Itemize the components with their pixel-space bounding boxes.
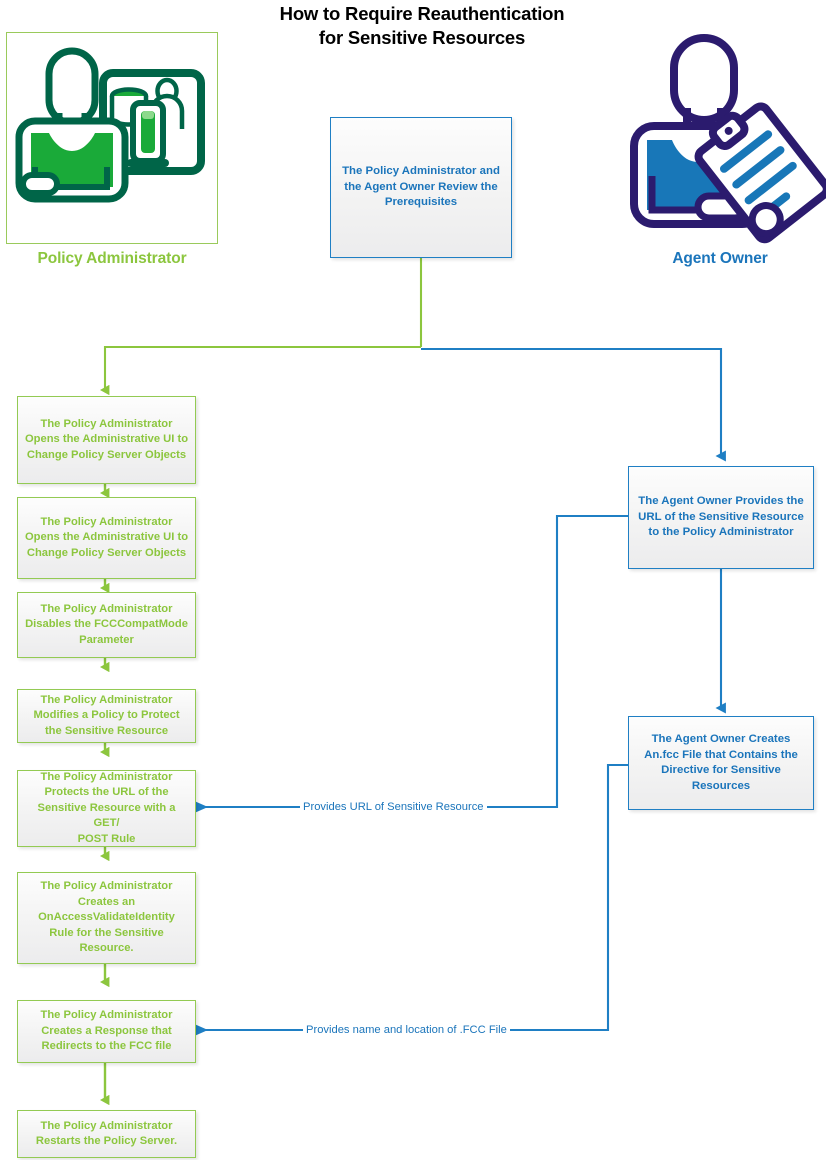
- node-protect-url-rule[interactable]: The Policy Administrator Protects the UR…: [17, 770, 196, 847]
- node-create-response-redirect-text: The Policy Administrator Creates a Respo…: [40, 1009, 173, 1053]
- node-review-prerequisites[interactable]: The Policy Administrator and the Agent O…: [330, 117, 512, 258]
- node-protect-url-rule-text: The Policy Administrator Protects the UR…: [37, 770, 176, 845]
- node-open-admin-ui-2-text: The Policy Administrator Opens the Admin…: [24, 515, 189, 559]
- policy-administrator-frame: [6, 32, 218, 244]
- node-agent-owner-creates-fcc[interactable]: The Agent Owner Creates An.fcc File that…: [628, 716, 814, 810]
- node-review-prerequisites-text: The Policy Administrator and the Agent O…: [342, 165, 500, 209]
- connector-start-to-branches: [105, 258, 726, 462]
- node-restart-policy-server[interactable]: The Policy Administrator Restarts the Po…: [17, 1110, 196, 1158]
- person-with-clipboard-icon: [630, 34, 831, 244]
- node-open-admin-ui-1[interactable]: The Policy Administrator Opens the Admin…: [17, 396, 196, 484]
- node-disable-fcccompatmode-text: The Policy Administrator Disables the FC…: [25, 602, 188, 646]
- page-title-line-2: for Sensitive Resources: [318, 27, 526, 48]
- agent-owner-frame: [614, 28, 831, 246]
- policy-administrator-label: Policy Administrator: [37, 250, 187, 267]
- node-modify-policy-text: The Policy Administrator Modifies a Poli…: [33, 693, 180, 737]
- node-modify-policy[interactable]: The Policy Administrator Modifies a Poli…: [17, 689, 196, 743]
- page-title-line-1: How to Require Reauthentication: [279, 3, 565, 24]
- node-disable-fcccompatmode[interactable]: The Policy Administrator Disables the FC…: [17, 592, 196, 658]
- page-title: How to Require Reauthentication for Sens…: [222, 2, 622, 50]
- node-agent-owner-creates-fcc-text: The Agent Owner Creates An.fcc File that…: [644, 733, 798, 792]
- admin-with-monitor-icon: [15, 47, 205, 203]
- connector-label-provides-url: Provides URL of Sensitive Resource: [300, 801, 487, 814]
- node-restart-policy-server-text: The Policy Administrator Restarts the Po…: [35, 1119, 178, 1148]
- node-open-admin-ui-2[interactable]: The Policy Administrator Opens the Admin…: [17, 497, 196, 579]
- agent-owner-label: Agent Owner: [672, 250, 768, 267]
- node-create-onaccessvalidateidentity-rule[interactable]: The Policy Administrator Creates an OnAc…: [17, 872, 196, 964]
- node-open-admin-ui-1-text: The Policy Administrator Opens the Admin…: [24, 417, 189, 461]
- node-agent-owner-provides-url-text: The Agent Owner Provides the URL of the …: [638, 495, 804, 539]
- connector-label-provides-fcc: Provides name and location of .FCC File: [303, 1024, 510, 1037]
- node-create-onaccessvalidateidentity-rule-text: The Policy Administrator Creates an OnAc…: [38, 880, 175, 955]
- node-create-response-redirect[interactable]: The Policy Administrator Creates a Respo…: [17, 1000, 196, 1063]
- connector-provides-url: [196, 514, 628, 813]
- node-agent-owner-provides-url[interactable]: The Agent Owner Provides the URL of the …: [628, 466, 814, 569]
